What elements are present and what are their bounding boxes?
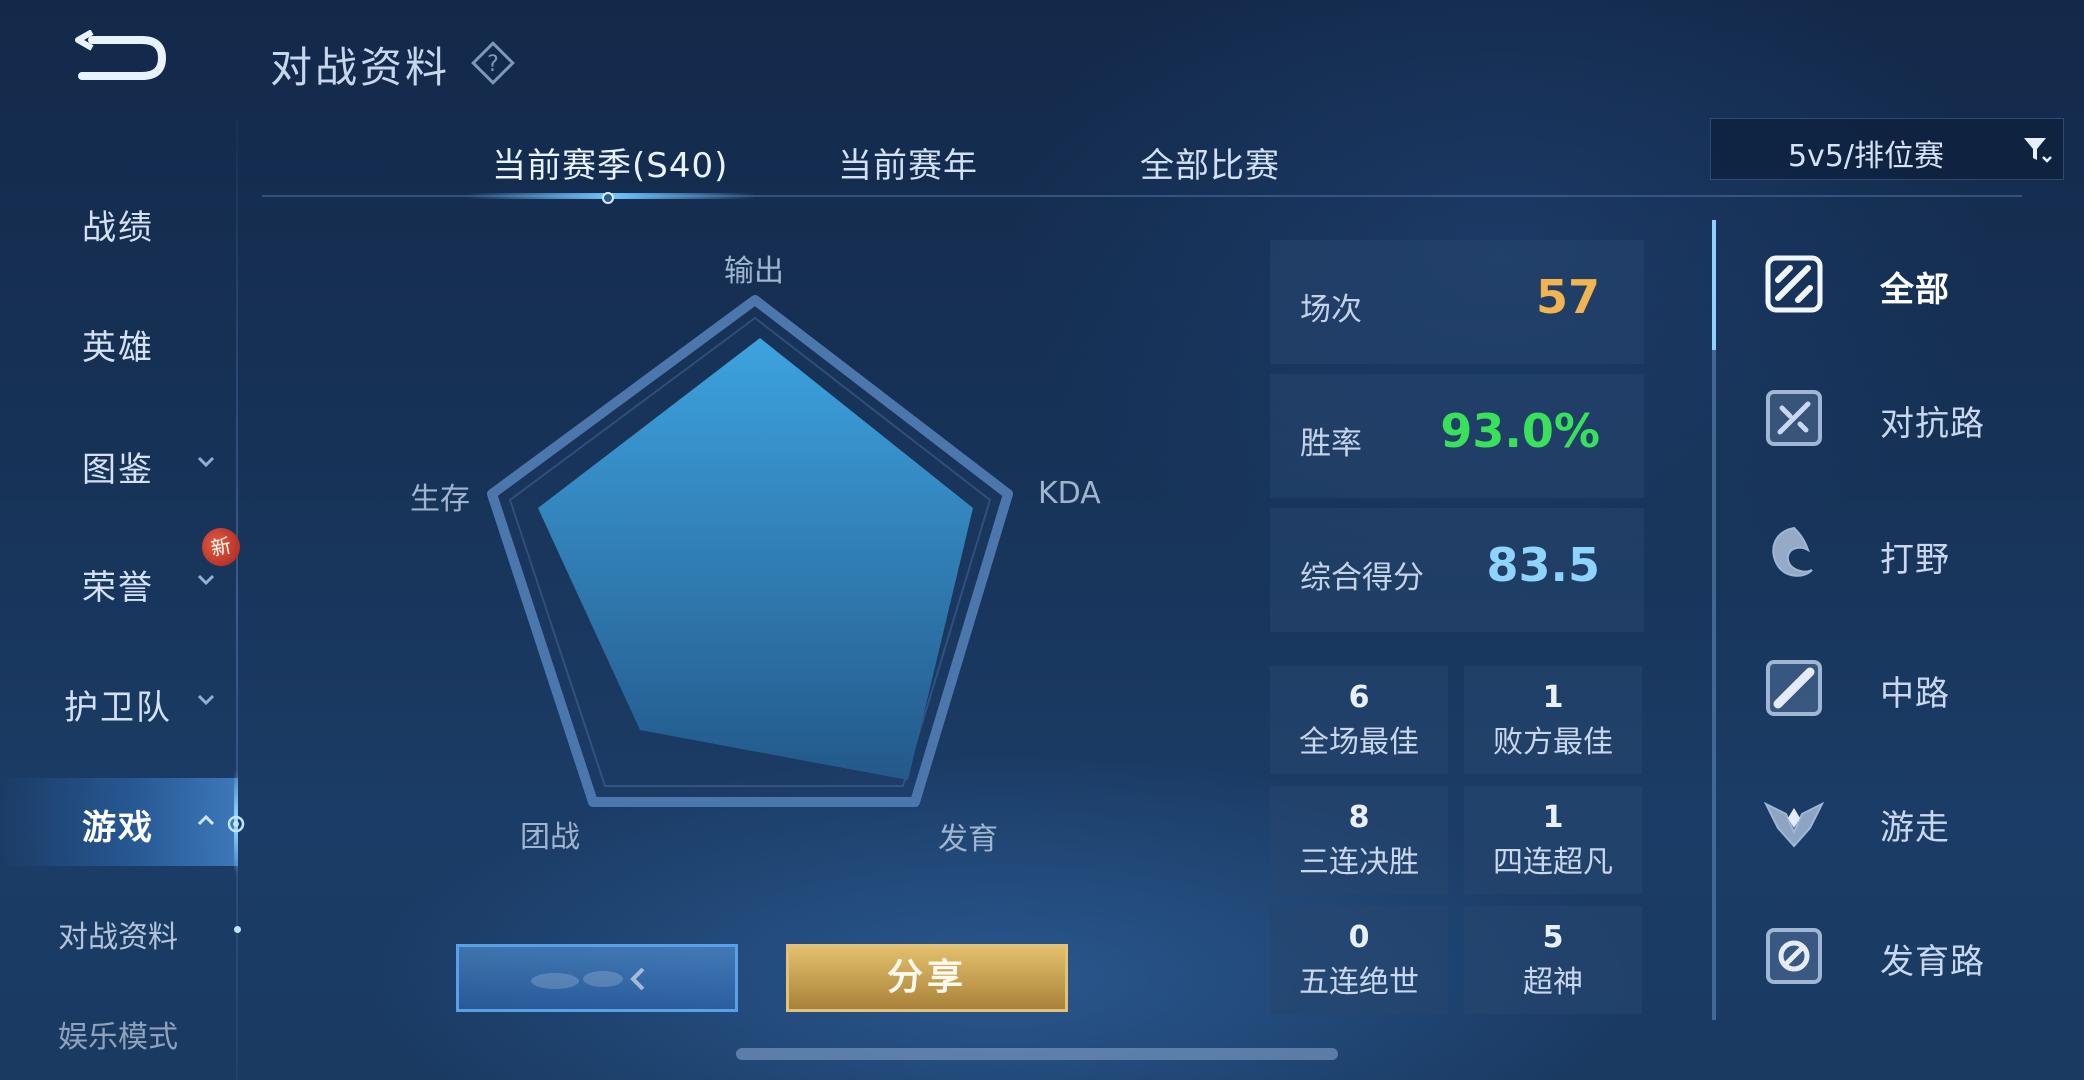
svg-text:?: ?: [487, 52, 499, 77]
blurred-content-icon: [531, 967, 645, 991]
sidebar-item-label: 战绩: [82, 208, 154, 248]
achievement-count: 0: [1348, 920, 1370, 955]
mode-dropdown-value: 5v5/排位赛: [1787, 139, 1945, 174]
achievement-count: 1: [1542, 680, 1564, 715]
radar-label-kda: KDA: [1038, 476, 1101, 511]
stat-label: 胜率: [1300, 426, 1362, 462]
tab-current-year[interactable]: 当前赛年: [838, 138, 978, 187]
achievement-label: 五连绝世: [1299, 965, 1419, 1000]
mode-dropdown[interactable]: 5v5/排位赛: [1710, 118, 2064, 180]
stat-label: 综合得分: [1300, 560, 1424, 596]
achievement-legendary: 5 超神: [1464, 906, 1642, 1014]
mid-lane-icon: [1766, 660, 1822, 716]
achievement-count: 8: [1348, 800, 1370, 835]
achievement-penta-kill: 0 五连绝世: [1270, 906, 1448, 1014]
achievement-label: 超神: [1523, 965, 1583, 1000]
clash-lane-icon: [1766, 390, 1822, 446]
radar-label-growth: 发育: [938, 822, 998, 857]
sidebar-item-label: 英雄: [82, 328, 154, 368]
achievement-label: 四连超凡: [1493, 845, 1613, 880]
stat-card-win-rate: 胜率 93.0%: [1270, 374, 1644, 498]
achievement-label: 三连决胜: [1299, 845, 1419, 880]
position-label: 游走: [1880, 808, 1950, 848]
position-active-indicator: [1712, 220, 1716, 350]
chevron-down-icon: [197, 694, 215, 706]
position-clash-lane[interactable]: 对抗路: [1760, 368, 2060, 468]
achievement-count: 1: [1542, 800, 1564, 835]
position-label: 中路: [1880, 674, 1950, 714]
stat-value: 83.5: [1486, 538, 1601, 592]
achievement-label: 败方最佳: [1493, 725, 1613, 760]
position-jungle[interactable]: 打野: [1760, 504, 2060, 604]
tab-all-matches[interactable]: 全部比赛: [1140, 138, 1280, 187]
sidebar-sub-battle-data[interactable]: 对战资料: [0, 912, 236, 956]
scrollbar[interactable]: [736, 1048, 1338, 1060]
voice-button[interactable]: [456, 944, 738, 1012]
sidebar-item-game[interactable]: 游戏: [0, 786, 236, 856]
achievement-count: 6: [1348, 680, 1370, 715]
position-label: 全部: [1880, 270, 1950, 310]
achievement-count: 5: [1542, 920, 1564, 955]
position-label: 对抗路: [1880, 404, 1985, 444]
farm-lane-icon: [1766, 928, 1822, 984]
roam-icon: [1763, 801, 1825, 848]
page-title: 对战资料: [270, 43, 451, 92]
achievement-mvp: 6 全场最佳: [1270, 666, 1448, 774]
radar-label-teamfight: 团战: [520, 820, 580, 855]
sidebar-item-guard-team[interactable]: 护卫队: [0, 666, 236, 736]
sidebar-sub-fun-mode[interactable]: 娱乐模式: [0, 1012, 236, 1056]
position-all[interactable]: 全部: [1760, 234, 2060, 334]
stat-card-matches: 场次 57: [1270, 240, 1644, 364]
stat-value: 93.0%: [1440, 404, 1600, 458]
achievement-losing-mvp: 1 败方最佳: [1464, 666, 1642, 774]
position-mid-lane[interactable]: 中路: [1760, 638, 2060, 738]
achievement-label: 全场最佳: [1299, 725, 1419, 760]
sidebar-item-records[interactable]: 战绩: [0, 186, 236, 256]
achievement-quadra-kill: 1 四连超凡: [1464, 786, 1642, 894]
question-diamond-icon[interactable]: ?: [470, 40, 516, 86]
stat-value: 57: [1535, 270, 1600, 324]
back-arrow-icon[interactable]: [70, 30, 170, 90]
sidebar-item-heroes[interactable]: 英雄: [0, 306, 236, 376]
sidebar-item-gallery[interactable]: 图鉴: [0, 428, 236, 498]
sidebar-item-honor[interactable]: 荣誉: [0, 546, 236, 616]
tab-current-season[interactable]: 当前赛季(S40): [492, 138, 728, 187]
sidebar-sub-active-dot: [234, 926, 241, 933]
all-positions-icon: [1765, 255, 1823, 313]
chevron-down-icon: [197, 456, 215, 468]
position-farm-lane[interactable]: 发育路: [1760, 906, 2060, 1006]
active-ring-icon: [227, 815, 245, 833]
filter-icon: [2024, 138, 2052, 163]
stat-card-score: 综合得分 83.5: [1270, 508, 1644, 632]
stat-label: 场次: [1300, 292, 1362, 328]
position-roam[interactable]: 游走: [1760, 772, 2060, 872]
chevron-up-icon: [197, 814, 215, 826]
position-label: 打野: [1880, 540, 1950, 580]
share-button-label: 分享: [886, 957, 967, 998]
jungle-icon: [1772, 526, 1813, 577]
chevron-down-icon: [197, 574, 215, 586]
position-label: 发育路: [1880, 942, 1985, 982]
radar-chart: [487, 295, 1013, 807]
tab-active-dot: [602, 192, 614, 204]
radar-label-output: 输出: [724, 254, 784, 289]
share-button[interactable]: 分享: [786, 944, 1068, 1012]
radar-label-survival: 生存: [410, 482, 470, 517]
achievement-triple-kill: 8 三连决胜: [1270, 786, 1448, 894]
sidebar-divider: [236, 120, 238, 1080]
